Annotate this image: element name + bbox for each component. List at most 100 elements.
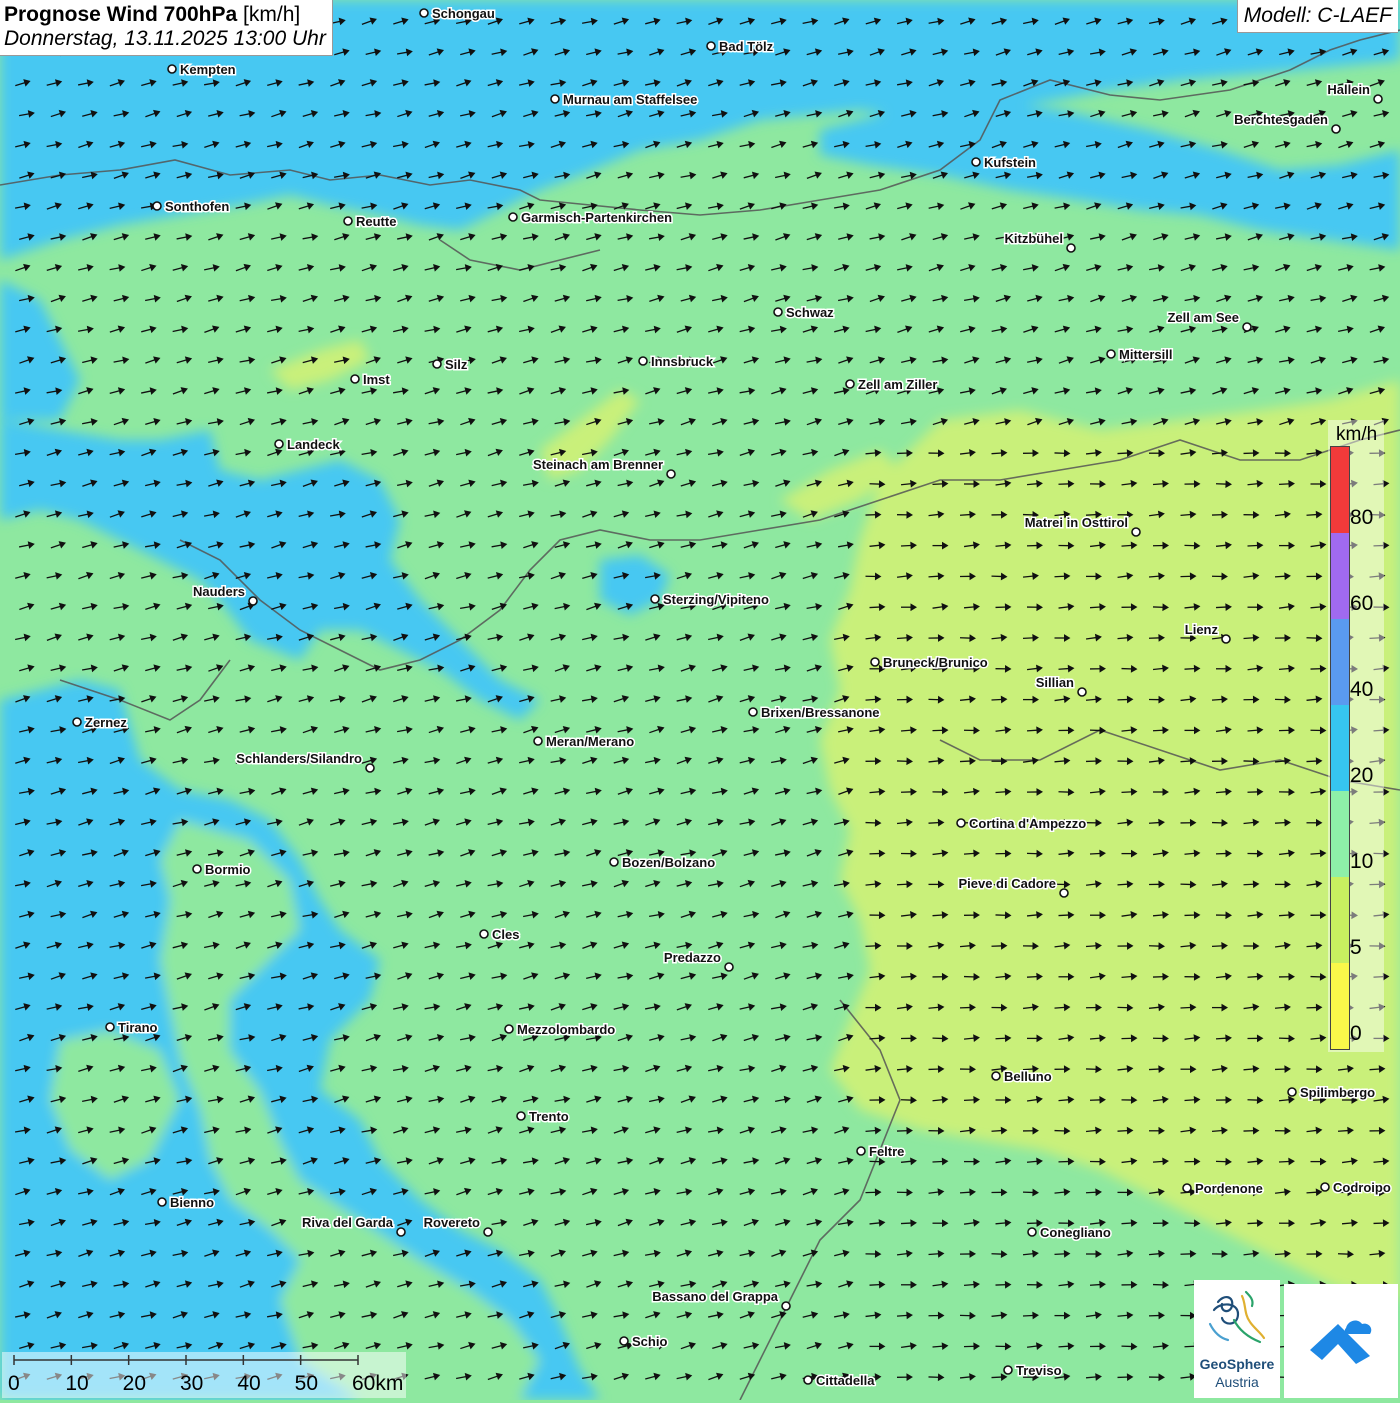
city-dot	[1288, 1088, 1296, 1096]
city-dot	[1028, 1228, 1036, 1236]
city-dot	[517, 1112, 525, 1120]
city-label: Murnau am Staffelsee	[563, 92, 697, 107]
city-dot	[610, 858, 618, 866]
map-title: Prognose Wind 700hPa [km/h]	[4, 3, 326, 27]
city-marker: Conegliano	[1028, 1225, 1111, 1240]
color-legend: km/h 806040201050	[1328, 420, 1384, 1052]
geosphere-logo: GeoSphere Austria	[1194, 1280, 1280, 1398]
city-label: Schongau	[432, 6, 495, 21]
city-label: Tirano	[118, 1020, 158, 1035]
city-label: Brixen/Bressanone	[761, 705, 880, 720]
legend-unit: km/h	[1336, 424, 1377, 446]
city-dot	[774, 308, 782, 316]
city-label: Schio	[632, 1334, 667, 1349]
city-marker: Bozen/Bolzano	[610, 855, 715, 870]
scale-label: 30	[180, 1372, 203, 1396]
city-dot	[534, 737, 542, 745]
legend-tick-label: 80	[1350, 506, 1373, 530]
city-label: Mezzolombardo	[517, 1022, 615, 1037]
city-dot	[871, 658, 879, 666]
city-dot	[1107, 350, 1115, 358]
city-dot	[433, 360, 441, 368]
city-marker: Spilimbergo	[1288, 1085, 1375, 1100]
city-label: Kufstein	[984, 155, 1036, 170]
city-dot	[639, 357, 647, 365]
city-label: Kempten	[180, 62, 236, 77]
city-label: Bozen/Bolzano	[622, 855, 715, 870]
city-label: Treviso	[1016, 1363, 1062, 1378]
city-label: Sonthofen	[165, 199, 229, 214]
city-label: Bassano del Grappa	[652, 1289, 778, 1304]
city-dot	[73, 718, 81, 726]
city-label: Imst	[363, 372, 390, 387]
city-label: Bienno	[170, 1195, 214, 1210]
city-label: Nauders	[193, 584, 245, 599]
legend-swatch	[1331, 791, 1349, 877]
city-marker: Bruneck/Brunico	[871, 655, 988, 670]
city-dot	[106, 1023, 114, 1031]
city-label: Meran/Merano	[546, 734, 634, 749]
legend-tick-label: 10	[1350, 850, 1373, 874]
city-label: Reutte	[356, 214, 396, 229]
city-label: Pieve di Cadore	[958, 876, 1056, 891]
city-marker: Murnau am Staffelsee	[551, 92, 697, 107]
city-label: Zell am Ziller	[858, 377, 937, 392]
city-label: Rovereto	[424, 1215, 480, 1230]
legend-swatch	[1331, 533, 1349, 619]
city-dot	[1132, 528, 1140, 536]
city-label: Spilimbergo	[1300, 1085, 1375, 1100]
city-label: Conegliano	[1040, 1225, 1111, 1240]
city-dot	[168, 65, 176, 73]
city-dot	[992, 1072, 1000, 1080]
legend-tick-label: 5	[1350, 936, 1362, 960]
city-dot	[972, 158, 980, 166]
city-label: Garmisch-Partenkirchen	[521, 210, 672, 225]
city-dot	[749, 708, 757, 716]
city-label: Sterzing/Vipiteno	[663, 592, 769, 607]
city-marker: Zell am Ziller	[846, 377, 937, 392]
city-dot	[1321, 1183, 1329, 1191]
scale-ruler	[2, 1352, 406, 1372]
city-label: Landeck	[287, 437, 341, 452]
city-dot	[420, 9, 428, 17]
scale-label: 10	[65, 1372, 88, 1396]
city-label: Predazzo	[664, 950, 721, 965]
city-label: Codroipo	[1333, 1180, 1391, 1195]
city-dot	[153, 202, 161, 210]
wind-map: Schongau Bad Tölz Kempten Murnau am Staffel…	[0, 0, 1400, 1400]
mountain-cloud-logo-icon	[1284, 1284, 1398, 1398]
city-dot	[846, 380, 854, 388]
city-label: Silz	[445, 357, 468, 372]
city-label: Matrei in Osttirol	[1025, 515, 1128, 530]
city-label: Lienz	[1185, 622, 1219, 637]
city-marker: Brixen/Bressanone	[749, 705, 880, 720]
city-label: Bad Tölz	[719, 39, 774, 54]
city-dot	[1374, 95, 1382, 103]
city-dot	[1067, 244, 1075, 252]
city-label: Trento	[529, 1109, 569, 1124]
legend-tick-label: 20	[1350, 764, 1373, 788]
legend-swatch	[1331, 705, 1349, 791]
scale-label: 60km	[352, 1372, 403, 1396]
legend-swatch	[1331, 619, 1349, 705]
scale-label: 50	[295, 1372, 318, 1396]
city-label: Zernez	[85, 715, 127, 730]
city-label: Schlanders/Silandro	[236, 751, 362, 766]
city-label: Berchtesgaden	[1234, 112, 1328, 127]
scale-label: 20	[123, 1372, 146, 1396]
city-dot	[725, 963, 733, 971]
city-dot	[1183, 1184, 1191, 1192]
city-dot	[344, 217, 352, 225]
city-label: Cittadella	[816, 1373, 875, 1388]
city-dot	[857, 1147, 865, 1155]
city-label: Kitzbühel	[1005, 231, 1064, 246]
legend-swatch	[1331, 877, 1349, 963]
city-dot	[249, 597, 257, 605]
city-label: Riva del Garda	[302, 1215, 394, 1230]
legend-color-bar	[1330, 446, 1350, 1050]
city-label: Schwaz	[786, 305, 834, 320]
city-marker: Cortina d'Ampezzo	[957, 816, 1086, 831]
city-dot	[397, 1228, 405, 1236]
legend-swatch	[1331, 447, 1349, 533]
city-dot	[804, 1376, 812, 1384]
